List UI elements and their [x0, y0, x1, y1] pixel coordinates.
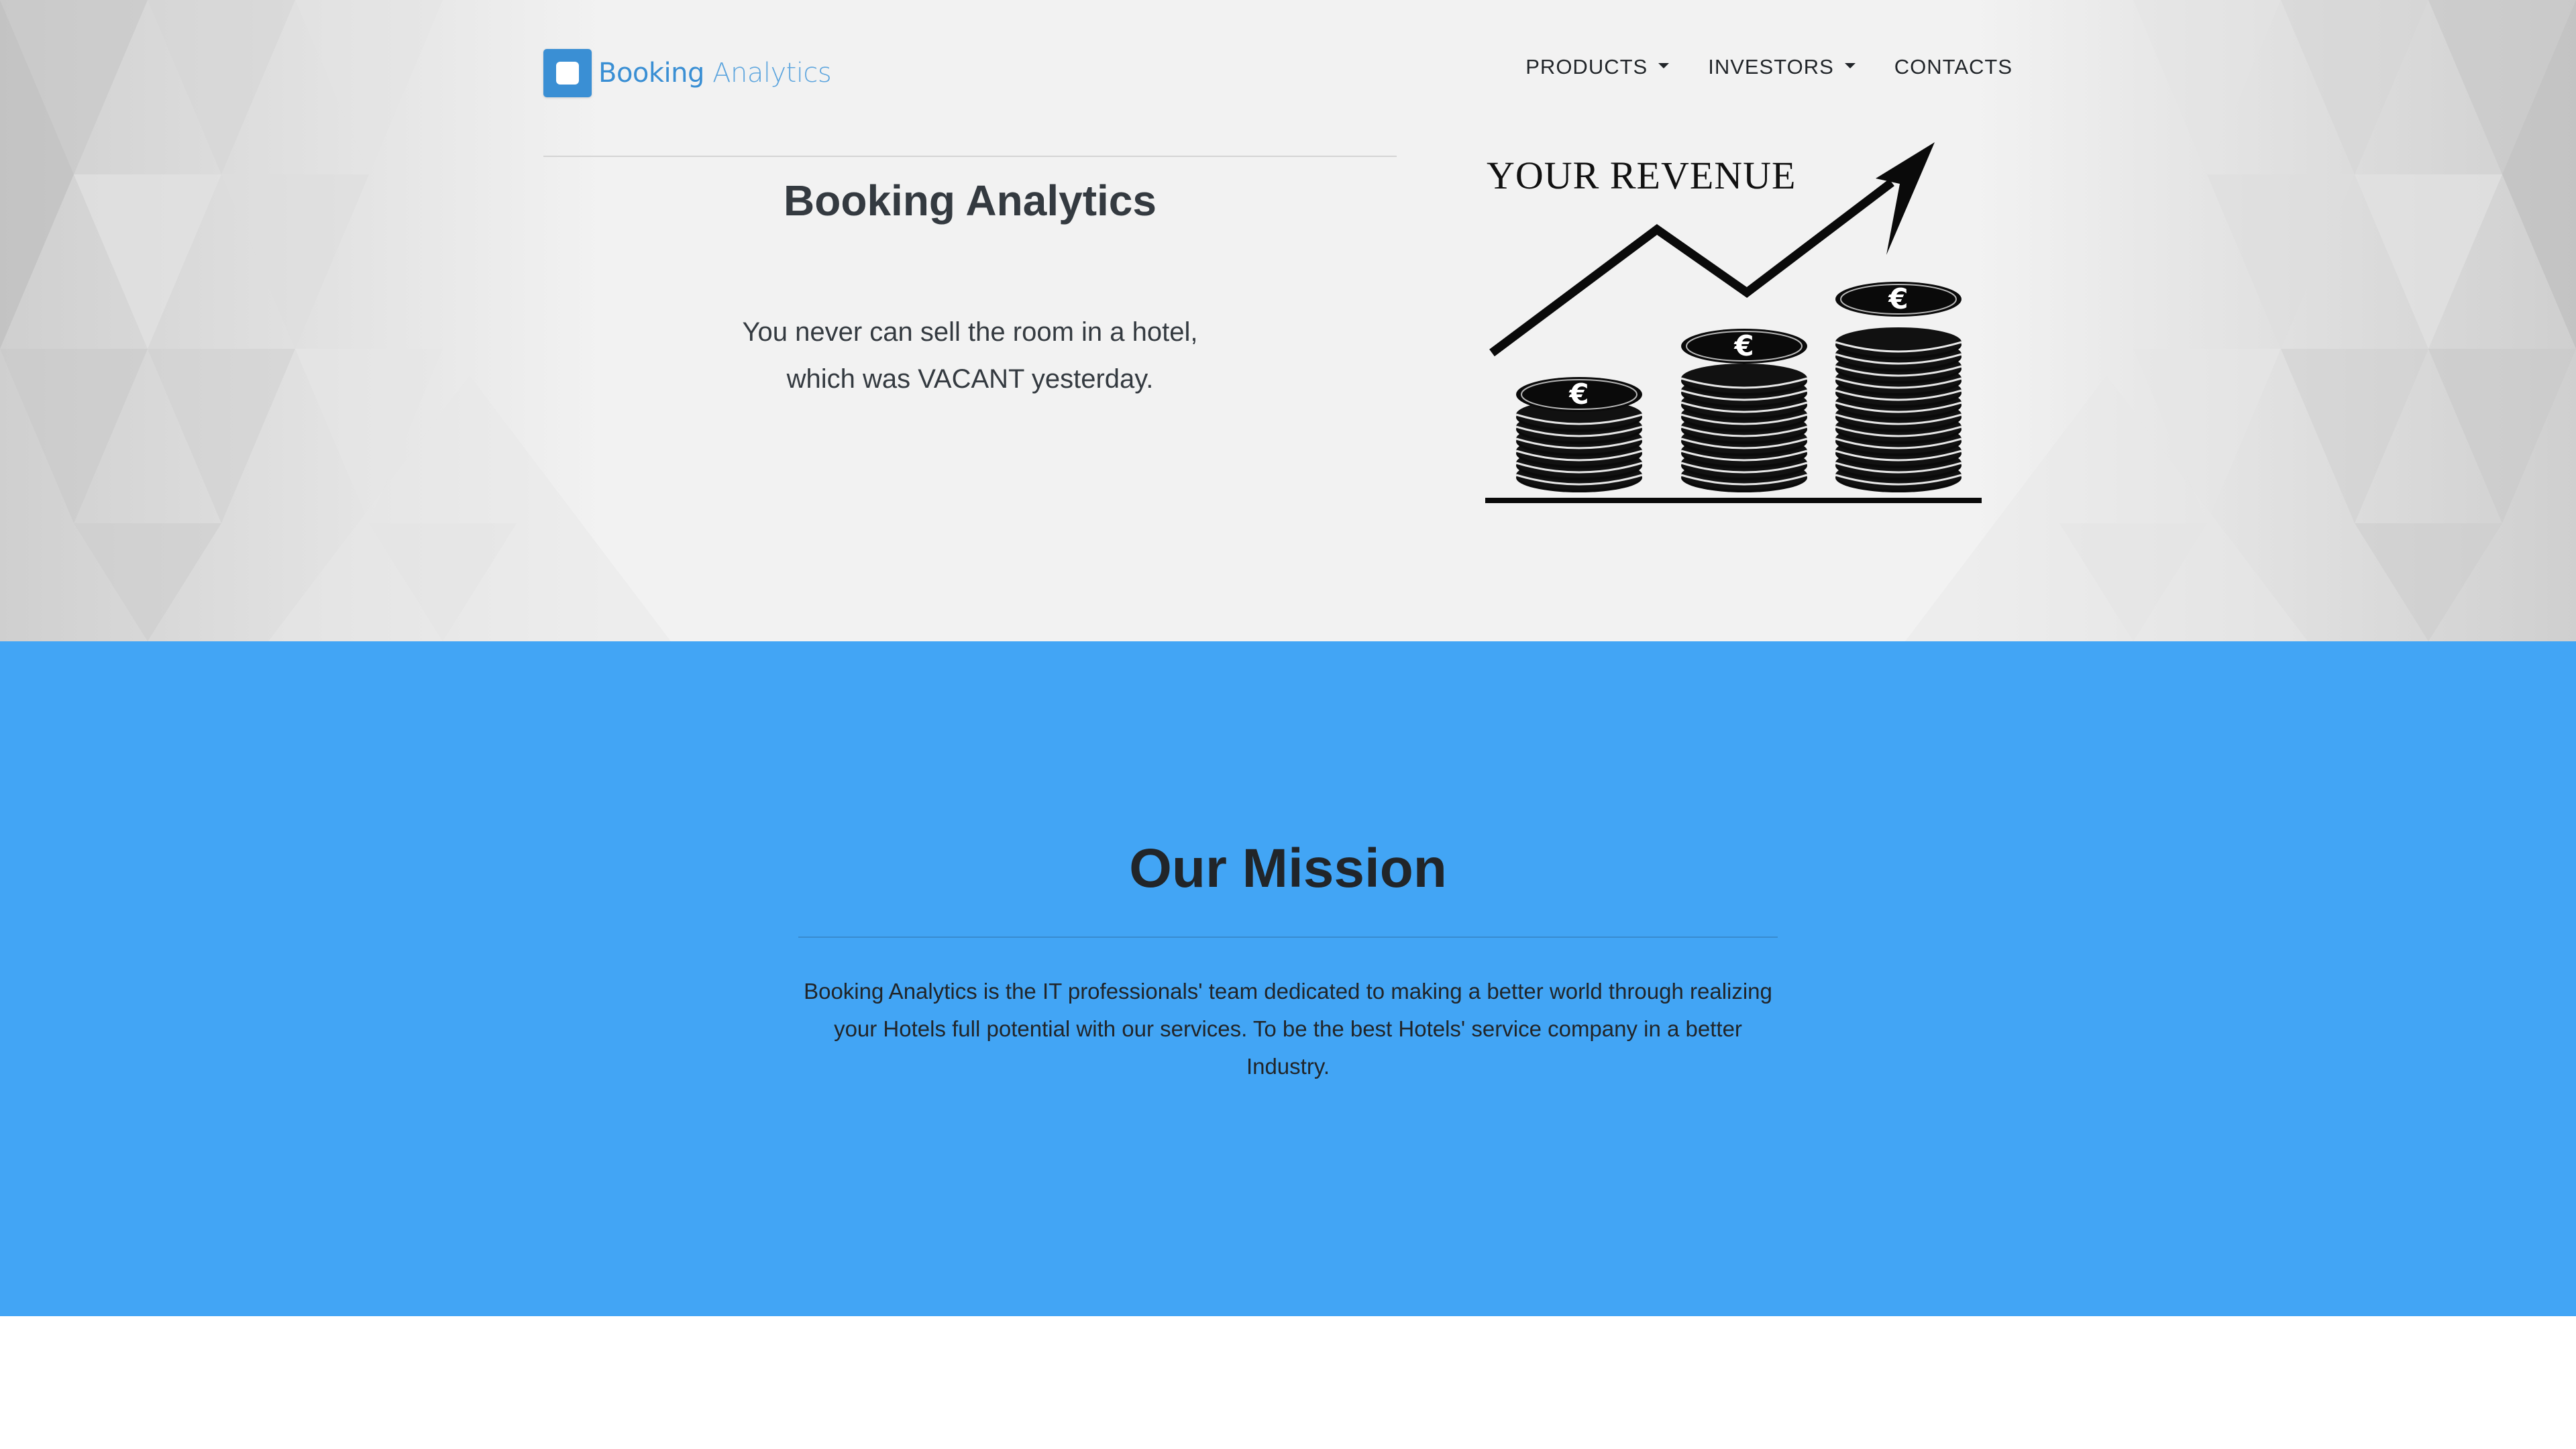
mission-title: Our Mission: [1129, 838, 1447, 899]
logo-icon: [543, 49, 592, 97]
mission-divider: [798, 936, 1778, 938]
revenue-illustration: € € € YOUR REVENUE: [1476, 134, 1986, 517]
brand-logo[interactable]: Booking Analytics: [543, 48, 832, 98]
hero-divider: [543, 156, 1397, 157]
nav-investors[interactable]: INVESTORS: [1708, 55, 1856, 79]
svg-text:€: €: [1568, 378, 1589, 411]
svg-text:€: €: [1888, 282, 1908, 315]
nav-investors-label: INVESTORS: [1708, 55, 1834, 78]
hero-quote: You never can sell the room in a hotel, …: [543, 309, 1397, 402]
logo-text: Booking Analytics: [598, 58, 832, 89]
hero-title: Booking Analytics: [784, 176, 1157, 225]
hero-section: Booking Analytics PRODUCTS INVESTORS CON…: [0, 0, 2576, 641]
hero-quote-line-2: which was VACANT yesterday.: [786, 364, 1154, 394]
hero-quote-line-1: You never can sell the room in a hotel,: [742, 317, 1198, 347]
svg-text:€: €: [1733, 329, 1754, 362]
mission-section: Our Mission Booking Analytics is the IT …: [0, 641, 2576, 1316]
caret-down-icon: [1658, 63, 1670, 68]
nav-contacts-label: CONTACTS: [1894, 55, 2012, 78]
page-bottom-area: [0, 1316, 2576, 1449]
caret-down-icon: [1844, 63, 1856, 68]
nav-products[interactable]: PRODUCTS: [1525, 55, 1670, 79]
main-nav: PRODUCTS INVESTORS CONTACTS: [1525, 55, 2012, 79]
nav-products-label: PRODUCTS: [1525, 55, 1648, 78]
mission-text: Booking Analytics is the IT professional…: [804, 979, 1772, 1079]
nav-contacts[interactable]: CONTACTS: [1894, 55, 2012, 79]
revenue-label: YOUR REVENUE: [1487, 154, 1796, 197]
